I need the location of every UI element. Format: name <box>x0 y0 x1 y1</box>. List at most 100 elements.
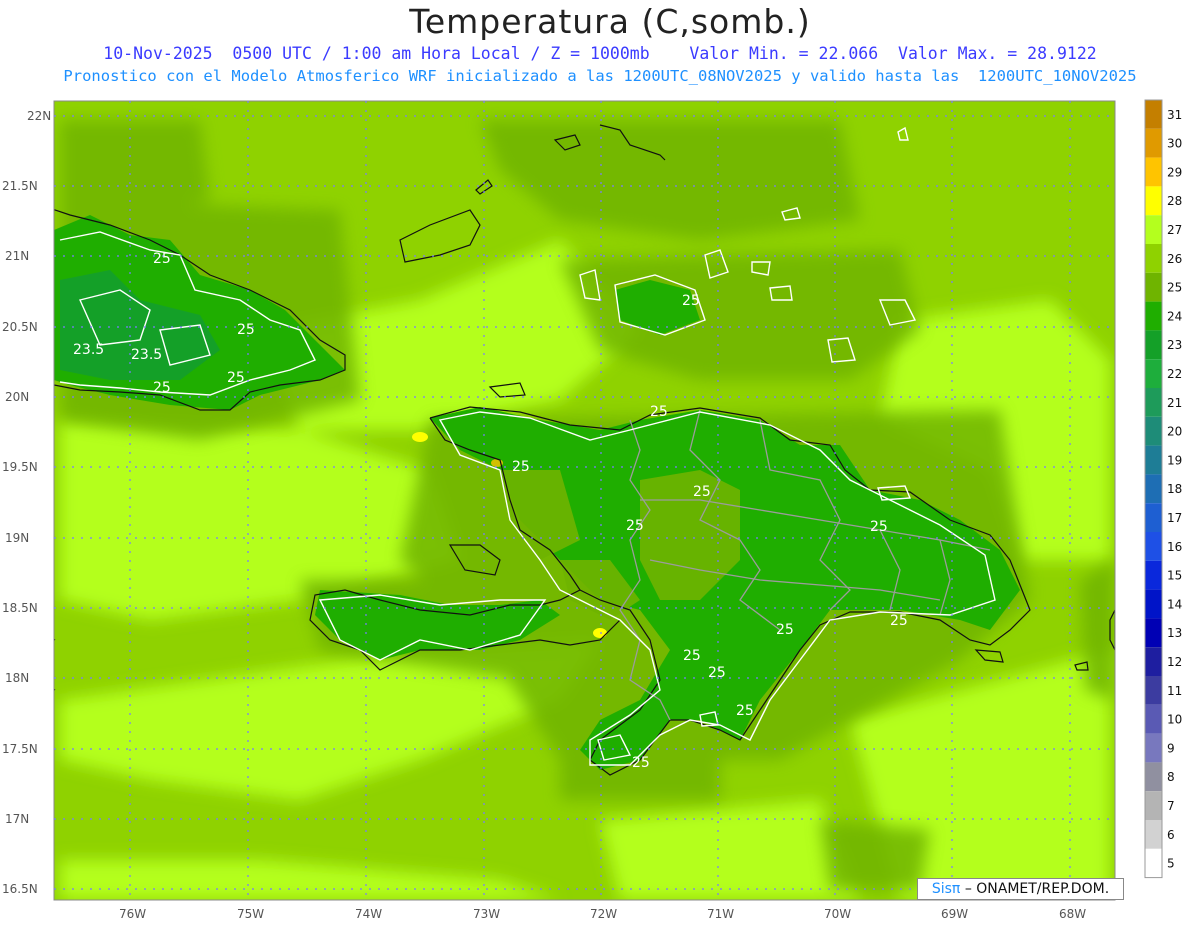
colorbar-label: 15 <box>1167 569 1182 583</box>
colorbar-swatch <box>1145 676 1162 705</box>
lat-label: 18.5N <box>2 601 38 615</box>
colorbar-swatch <box>1145 532 1162 561</box>
lon-label: 76W <box>119 907 146 921</box>
temperature-field <box>54 101 1115 900</box>
contour-label: 25 <box>870 519 888 535</box>
colorbar-label: 25 <box>1167 281 1182 295</box>
colorbar-swatch <box>1145 647 1162 676</box>
colorbar-label: 14 <box>1167 597 1182 611</box>
lat-label: 19N <box>5 531 29 545</box>
colorbar-label: 26 <box>1167 252 1182 266</box>
colorbar-swatch <box>1145 820 1162 849</box>
credit-box: Sisπ – ONAMET/REP.DOM. <box>917 878 1124 900</box>
lon-label: 73W <box>473 907 500 921</box>
colorbar-label: 6 <box>1167 828 1175 842</box>
colorbar-swatch <box>1145 244 1162 273</box>
lon-label: 69W <box>941 907 968 921</box>
colorbar-label: 22 <box>1167 367 1182 381</box>
lat-label: 19.5N <box>2 460 38 474</box>
colorbar-label: 11 <box>1167 684 1182 698</box>
colorbar: 31 30 29 28 27 26 25 24 23 22 21 20 19 18 17 16 15 14 13 12… <box>1144 99 1182 879</box>
contour-label: 25 <box>650 404 668 420</box>
colorbar-swatch <box>1145 618 1162 648</box>
colorbar-swatch <box>1145 704 1162 734</box>
colorbar-swatch <box>1145 474 1162 504</box>
contour-label: 25 <box>683 648 701 664</box>
lon-label: 74W <box>355 907 382 921</box>
colorbar-swatch <box>1145 560 1162 590</box>
colorbar-swatch <box>1145 589 1162 619</box>
lon-label: 70W <box>824 907 851 921</box>
colorbar-swatch <box>1145 186 1162 216</box>
colorbar-swatch <box>1145 733 1162 763</box>
colorbar-label: 10 <box>1167 713 1182 727</box>
colorbar-swatch <box>1145 301 1162 331</box>
lon-label: 75W <box>237 907 264 921</box>
colorbar-swatch <box>1145 157 1162 187</box>
lat-label: 16.5N <box>2 882 38 896</box>
colorbar-label: 29 <box>1167 165 1182 179</box>
lat-label: 21.5N <box>2 179 38 193</box>
contour-label: 25 <box>682 293 700 309</box>
contour-label: 25 <box>153 251 171 267</box>
colorbar-label: 18 <box>1167 482 1182 496</box>
lon-label: 72W <box>590 907 617 921</box>
colorbar-label: 8 <box>1167 770 1175 784</box>
colorbar-label: 12 <box>1167 655 1182 669</box>
colorbar-label: 13 <box>1167 626 1182 640</box>
colorbar-swatch <box>1145 215 1162 244</box>
latitude-labels: 22N 21.5N 21N 20.5N 20N 19.5N 19N 18.5N … <box>2 109 51 896</box>
lon-label: 68W <box>1059 907 1086 921</box>
colorbar-label: 28 <box>1167 194 1182 208</box>
lat-label: 18N <box>5 671 29 685</box>
colorbar-label: 9 <box>1167 741 1175 755</box>
colorbar-swatch <box>1145 762 1162 792</box>
contour-label: 25 <box>512 459 530 475</box>
contour-label: 25 <box>708 665 726 681</box>
contour-label: 25 <box>237 322 255 338</box>
colorbar-swatch <box>1145 359 1162 388</box>
lat-label: 20.5N <box>2 320 38 334</box>
colorbar-swatch <box>1145 128 1162 158</box>
lat-label: 17N <box>5 812 29 826</box>
longitude-labels: 76W 75W 74W 73W 72W 71W 70W 69W 68W <box>119 907 1086 921</box>
contour-label: 25 <box>776 622 794 638</box>
contour-label: 25 <box>693 484 711 500</box>
colorbar-swatch <box>1145 330 1162 360</box>
colorbar-label: 16 <box>1167 540 1182 554</box>
lon-label: 71W <box>707 907 734 921</box>
colorbar-label: 19 <box>1167 453 1182 467</box>
colorbar-swatch <box>1145 848 1162 878</box>
credit-sis: Sisπ <box>931 881 961 897</box>
contour-label: 25 <box>153 380 171 396</box>
colorbar-swatch <box>1145 503 1162 532</box>
colorbar-label: 24 <box>1167 309 1182 323</box>
colorbar-swatch <box>1145 791 1162 820</box>
lat-label: 22N <box>27 109 51 123</box>
contour-label: 25 <box>632 755 650 771</box>
contour-label: 25 <box>227 370 245 386</box>
contour-label: 23.5 <box>73 342 104 358</box>
lat-label: 21N <box>5 249 29 263</box>
colorbar-label: 30 <box>1167 137 1182 151</box>
colorbar-label: 5 <box>1167 857 1175 871</box>
credit-source: – ONAMET/REP.DOM. <box>964 881 1110 897</box>
lat-label: 17.5N <box>2 742 38 756</box>
colorbar-swatch <box>1145 100 1162 129</box>
colorbar-label: 27 <box>1167 223 1182 237</box>
colorbar-label: 31 <box>1167 108 1182 122</box>
colorbar-swatch <box>1145 416 1162 446</box>
map-canvas: 22N 21.5N 21N 20.5N 20N 19.5N 19N 18.5N … <box>2 99 1182 921</box>
colorbar-label: 17 <box>1167 511 1182 525</box>
contour-label: 25 <box>736 703 754 719</box>
colorbar-swatch <box>1145 388 1162 417</box>
colorbar-swatch <box>1145 445 1162 475</box>
contour-label: 23.5 <box>131 347 162 363</box>
colorbar-label: 23 <box>1167 338 1182 352</box>
colorbar-label: 21 <box>1167 396 1182 410</box>
colorbar-swatch <box>1145 272 1162 302</box>
contour-label: 25 <box>626 518 644 534</box>
colorbar-label: 20 <box>1167 425 1182 439</box>
colorbar-label: 7 <box>1167 799 1175 813</box>
lat-label: 20N <box>5 390 29 404</box>
